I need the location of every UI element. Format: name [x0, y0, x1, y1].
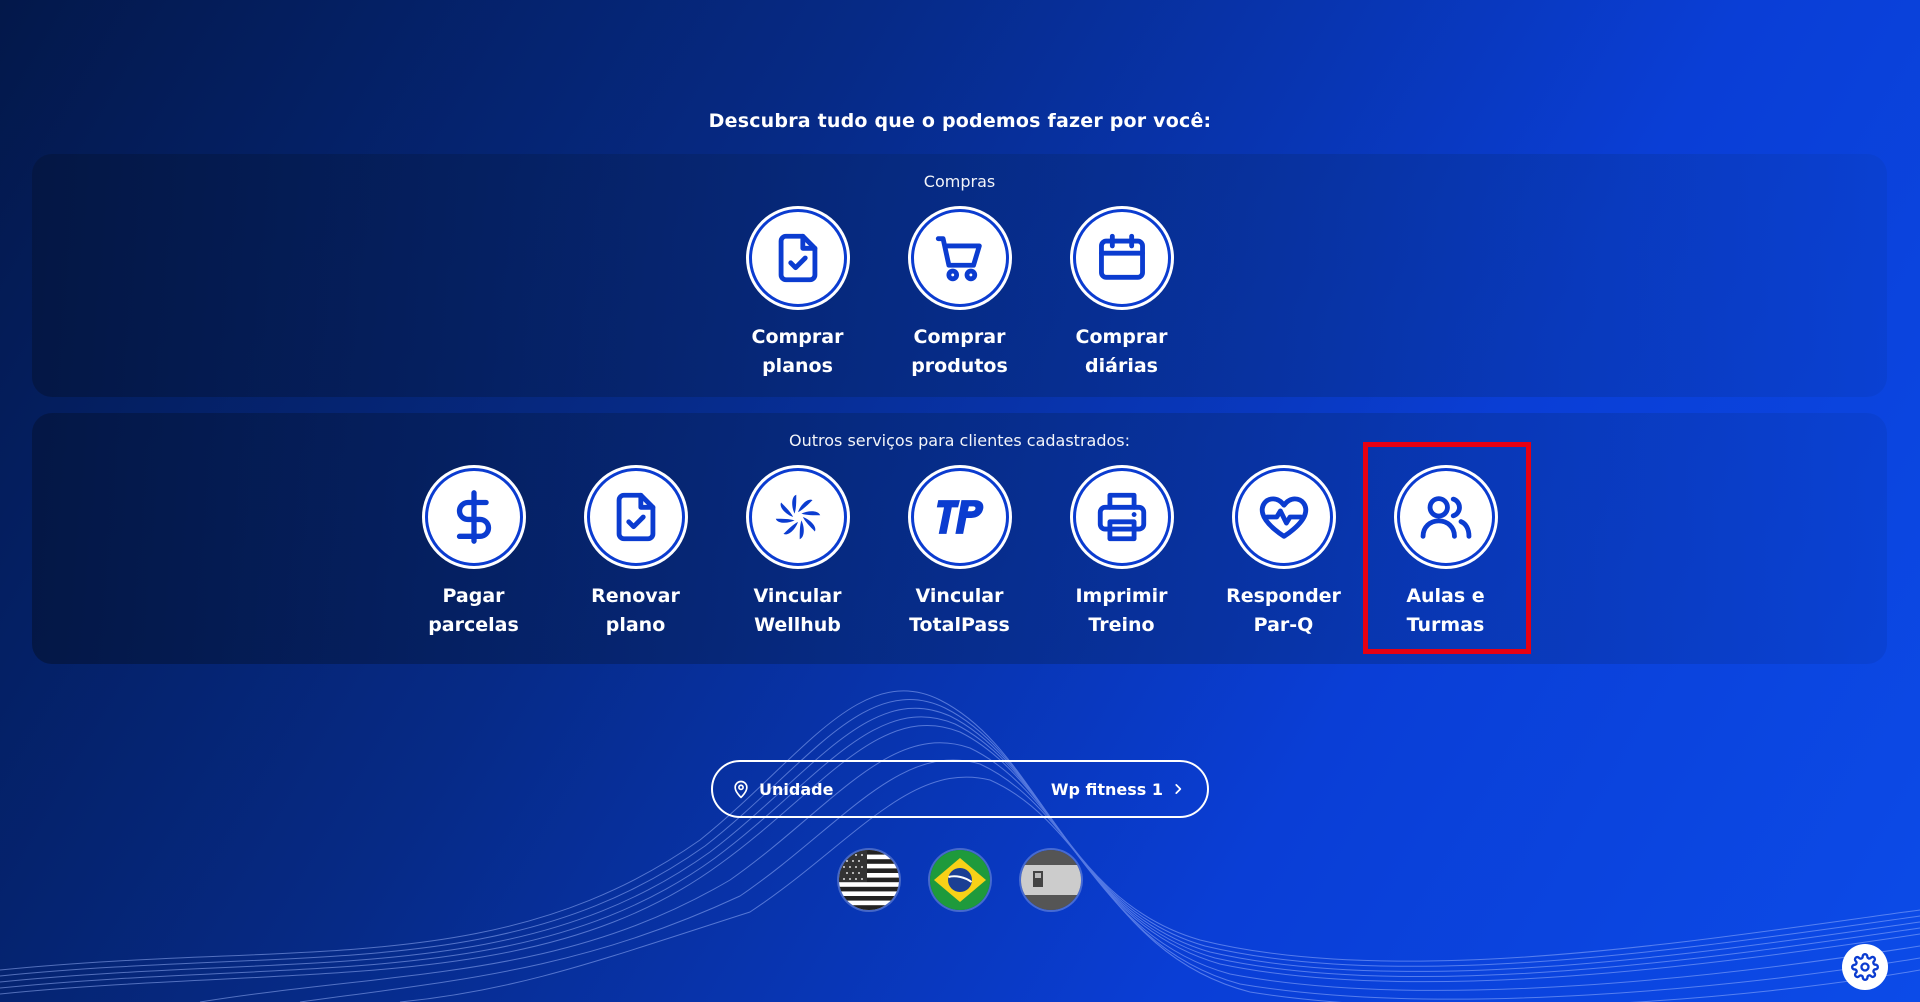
document-check-icon	[616, 492, 655, 542]
vincular-totalpass-label: Vincular TotalPass	[909, 585, 1010, 636]
comprar-diarias-label: Comprar diárias	[1075, 326, 1168, 377]
imprimir-treino-label: Imprimir Treino	[1075, 585, 1168, 636]
imprimir-treino-button[interactable]: Imprimir Treino	[1072, 468, 1171, 640]
users-icon	[1420, 496, 1471, 539]
us-flag-icon	[839, 850, 899, 910]
vincular-totalpass-button[interactable]: Vincular TotalPass	[909, 468, 1010, 640]
printer-icon	[1097, 492, 1146, 542]
location-pin-icon	[734, 780, 748, 799]
vincular-wellhub-label: Vincular Wellhub	[753, 585, 842, 636]
renovar-plano-label: Renovar plano	[591, 585, 680, 636]
comprar-planos-label: Comprar planos	[751, 326, 844, 377]
renovar-plano-button[interactable]: Renovar plano	[586, 468, 685, 640]
compras-section-title: Compras	[923, 172, 996, 191]
language-portuguese-button[interactable]	[930, 850, 990, 910]
calendar-icon	[1098, 233, 1145, 280]
unit-label: Unidade	[759, 779, 834, 799]
pagar-parcelas-label: Pagar parcelas	[428, 585, 519, 636]
decorative-waves	[0, 690, 1920, 1002]
spain-flag-icon	[1021, 850, 1081, 910]
language-english-button[interactable]	[839, 850, 899, 910]
outros-tiles: Pagar parcelas Renovar plano Vincular We…	[32, 442, 1887, 654]
comprar-diarias-button[interactable]: Comprar diárias	[1072, 209, 1171, 381]
totalpass-logo-icon	[936, 500, 983, 534]
gear-icon	[1851, 953, 1879, 981]
page-headline: Descubra tudo que o podemos fazer por vo…	[708, 110, 1212, 132]
dollar-icon	[456, 490, 491, 544]
settings-button[interactable]	[1842, 944, 1888, 990]
language-spanish-button[interactable]	[1021, 850, 1081, 910]
outros-section-title: Outros serviços para clientes cadastrado…	[789, 431, 1130, 450]
pagar-parcelas-button[interactable]: Pagar parcelas	[424, 468, 523, 640]
responder-parq-label: Responder Par-Q	[1226, 585, 1341, 636]
vincular-wellhub-button[interactable]: Vincular Wellhub	[748, 468, 847, 640]
compras-section: Compras Comprar planos Comprar produtos	[32, 154, 1887, 397]
document-check-icon	[778, 233, 817, 283]
comprar-produtos-label: Comprar produtos	[911, 326, 1008, 377]
aulas-turmas-label: Aulas e Turmas	[1406, 585, 1485, 636]
unit-selector[interactable]: Unidade Wp fitness 1	[711, 760, 1209, 818]
responder-parq-button[interactable]: Responder Par-Q	[1226, 468, 1341, 640]
shopping-cart-icon	[935, 236, 982, 282]
comprar-planos-button[interactable]: Comprar planos	[748, 209, 847, 381]
compras-tiles: Comprar planos Comprar produtos Comprar …	[32, 209, 1887, 381]
chevron-right-icon	[1175, 784, 1182, 794]
unit-value: Wp fitness 1	[1050, 779, 1163, 799]
outros-section: Outros serviços para clientes cadastrado…	[32, 413, 1887, 664]
brazil-flag-icon	[930, 850, 990, 910]
wellhub-logo-icon	[775, 494, 820, 540]
comprar-produtos-button[interactable]: Comprar produtos	[910, 209, 1009, 381]
aulas-turmas-button[interactable]: Aulas e Turmas	[1362, 442, 1531, 654]
heart-pulse-icon	[1259, 496, 1308, 539]
language-selector	[0, 850, 1920, 910]
